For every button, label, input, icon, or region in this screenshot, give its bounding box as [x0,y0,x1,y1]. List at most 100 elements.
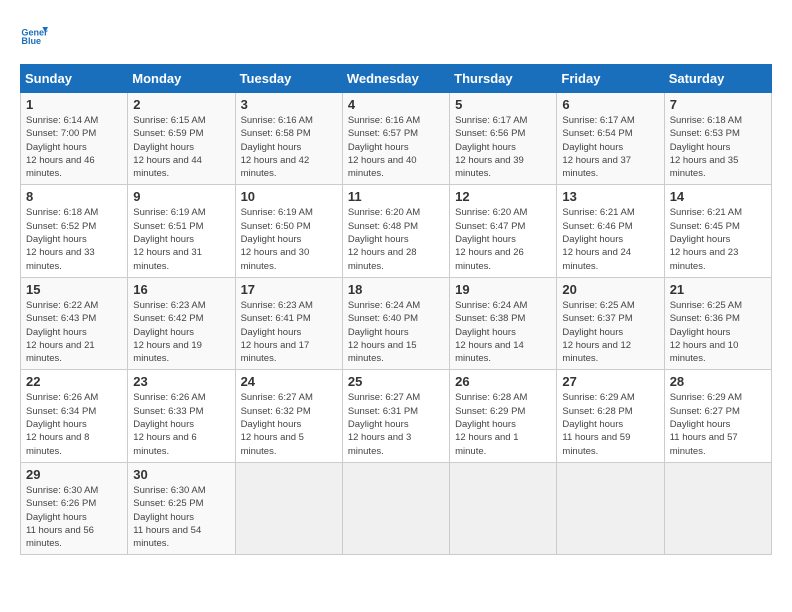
calendar-cell: 6 Sunrise: 6:17 AM Sunset: 6:54 PM Dayli… [557,93,664,185]
calendar-cell: 26 Sunrise: 6:28 AM Sunset: 6:29 PM Dayl… [450,370,557,462]
calendar-cell: 20 Sunrise: 6:25 AM Sunset: 6:37 PM Dayl… [557,277,664,369]
day-info: Sunrise: 6:24 AM Sunset: 6:40 PM Dayligh… [348,299,444,365]
day-info: Sunrise: 6:29 AM Sunset: 6:28 PM Dayligh… [562,391,658,457]
calendar-cell: 13 Sunrise: 6:21 AM Sunset: 6:46 PM Dayl… [557,185,664,277]
calendar-cell: 19 Sunrise: 6:24 AM Sunset: 6:38 PM Dayl… [450,277,557,369]
day-info: Sunrise: 6:19 AM Sunset: 6:51 PM Dayligh… [133,206,229,272]
day-number: 29 [26,467,122,482]
calendar-cell: 2 Sunrise: 6:15 AM Sunset: 6:59 PM Dayli… [128,93,235,185]
day-number: 30 [133,467,229,482]
day-info: Sunrise: 6:23 AM Sunset: 6:42 PM Dayligh… [133,299,229,365]
day-number: 23 [133,374,229,389]
calendar-cell: 4 Sunrise: 6:16 AM Sunset: 6:57 PM Dayli… [342,93,449,185]
calendar-cell: 11 Sunrise: 6:20 AM Sunset: 6:48 PM Dayl… [342,185,449,277]
day-number: 17 [241,282,337,297]
calendar-week-row: 1 Sunrise: 6:14 AM Sunset: 7:00 PM Dayli… [21,93,772,185]
day-number: 24 [241,374,337,389]
day-info: Sunrise: 6:17 AM Sunset: 6:54 PM Dayligh… [562,114,658,180]
day-info: Sunrise: 6:18 AM Sunset: 6:53 PM Dayligh… [670,114,766,180]
calendar-cell [342,462,449,554]
day-info: Sunrise: 6:15 AM Sunset: 6:59 PM Dayligh… [133,114,229,180]
day-info: Sunrise: 6:26 AM Sunset: 6:33 PM Dayligh… [133,391,229,457]
day-info: Sunrise: 6:16 AM Sunset: 6:57 PM Dayligh… [348,114,444,180]
calendar-cell: 23 Sunrise: 6:26 AM Sunset: 6:33 PM Dayl… [128,370,235,462]
calendar-week-row: 22 Sunrise: 6:26 AM Sunset: 6:34 PM Dayl… [21,370,772,462]
day-info: Sunrise: 6:21 AM Sunset: 6:45 PM Dayligh… [670,206,766,272]
calendar-table: SundayMondayTuesdayWednesdayThursdayFrid… [20,64,772,555]
day-info: Sunrise: 6:22 AM Sunset: 6:43 PM Dayligh… [26,299,122,365]
calendar-cell: 10 Sunrise: 6:19 AM Sunset: 6:50 PM Dayl… [235,185,342,277]
calendar-cell [557,462,664,554]
day-info: Sunrise: 6:16 AM Sunset: 6:58 PM Dayligh… [241,114,337,180]
calendar-cell: 29 Sunrise: 6:30 AM Sunset: 6:26 PM Dayl… [21,462,128,554]
header: General Blue [20,20,772,48]
day-number: 21 [670,282,766,297]
day-info: Sunrise: 6:29 AM Sunset: 6:27 PM Dayligh… [670,391,766,457]
calendar-cell: 15 Sunrise: 6:22 AM Sunset: 6:43 PM Dayl… [21,277,128,369]
day-number: 20 [562,282,658,297]
day-info: Sunrise: 6:28 AM Sunset: 6:29 PM Dayligh… [455,391,551,457]
day-number: 28 [670,374,766,389]
calendar-cell: 7 Sunrise: 6:18 AM Sunset: 6:53 PM Dayli… [664,93,771,185]
calendar-cell [235,462,342,554]
calendar-cell: 21 Sunrise: 6:25 AM Sunset: 6:36 PM Dayl… [664,277,771,369]
day-info: Sunrise: 6:25 AM Sunset: 6:36 PM Dayligh… [670,299,766,365]
calendar-cell: 27 Sunrise: 6:29 AM Sunset: 6:28 PM Dayl… [557,370,664,462]
calendar-cell: 3 Sunrise: 6:16 AM Sunset: 6:58 PM Dayli… [235,93,342,185]
logo-icon: General Blue [20,20,48,48]
calendar-cell: 1 Sunrise: 6:14 AM Sunset: 7:00 PM Dayli… [21,93,128,185]
col-header-saturday: Saturday [664,65,771,93]
day-number: 4 [348,97,444,112]
calendar-cell: 12 Sunrise: 6:20 AM Sunset: 6:47 PM Dayl… [450,185,557,277]
day-number: 1 [26,97,122,112]
day-info: Sunrise: 6:14 AM Sunset: 7:00 PM Dayligh… [26,114,122,180]
calendar-cell: 30 Sunrise: 6:30 AM Sunset: 6:25 PM Dayl… [128,462,235,554]
day-number: 5 [455,97,551,112]
day-number: 27 [562,374,658,389]
day-number: 3 [241,97,337,112]
col-header-thursday: Thursday [450,65,557,93]
calendar-cell: 24 Sunrise: 6:27 AM Sunset: 6:32 PM Dayl… [235,370,342,462]
day-info: Sunrise: 6:27 AM Sunset: 6:32 PM Dayligh… [241,391,337,457]
col-header-sunday: Sunday [21,65,128,93]
calendar-cell [664,462,771,554]
calendar-cell: 9 Sunrise: 6:19 AM Sunset: 6:51 PM Dayli… [128,185,235,277]
calendar-cell: 17 Sunrise: 6:23 AM Sunset: 6:41 PM Dayl… [235,277,342,369]
day-info: Sunrise: 6:18 AM Sunset: 6:52 PM Dayligh… [26,206,122,272]
day-number: 10 [241,189,337,204]
calendar-week-row: 15 Sunrise: 6:22 AM Sunset: 6:43 PM Dayl… [21,277,772,369]
day-info: Sunrise: 6:30 AM Sunset: 6:25 PM Dayligh… [133,484,229,550]
calendar-cell: 14 Sunrise: 6:21 AM Sunset: 6:45 PM Dayl… [664,185,771,277]
day-number: 16 [133,282,229,297]
day-number: 18 [348,282,444,297]
day-info: Sunrise: 6:20 AM Sunset: 6:48 PM Dayligh… [348,206,444,272]
day-number: 22 [26,374,122,389]
day-number: 6 [562,97,658,112]
day-info: Sunrise: 6:19 AM Sunset: 6:50 PM Dayligh… [241,206,337,272]
day-number: 11 [348,189,444,204]
col-header-wednesday: Wednesday [342,65,449,93]
col-header-friday: Friday [557,65,664,93]
calendar-week-row: 29 Sunrise: 6:30 AM Sunset: 6:26 PM Dayl… [21,462,772,554]
day-info: Sunrise: 6:27 AM Sunset: 6:31 PM Dayligh… [348,391,444,457]
calendar-cell: 8 Sunrise: 6:18 AM Sunset: 6:52 PM Dayli… [21,185,128,277]
day-number: 8 [26,189,122,204]
day-number: 12 [455,189,551,204]
calendar-header-row: SundayMondayTuesdayWednesdayThursdayFrid… [21,65,772,93]
day-number: 15 [26,282,122,297]
col-header-tuesday: Tuesday [235,65,342,93]
svg-text:Blue: Blue [21,36,41,46]
day-number: 9 [133,189,229,204]
calendar-cell [450,462,557,554]
calendar-cell: 25 Sunrise: 6:27 AM Sunset: 6:31 PM Dayl… [342,370,449,462]
col-header-monday: Monday [128,65,235,93]
calendar-cell: 16 Sunrise: 6:23 AM Sunset: 6:42 PM Dayl… [128,277,235,369]
day-info: Sunrise: 6:21 AM Sunset: 6:46 PM Dayligh… [562,206,658,272]
calendar-cell: 28 Sunrise: 6:29 AM Sunset: 6:27 PM Dayl… [664,370,771,462]
day-info: Sunrise: 6:17 AM Sunset: 6:56 PM Dayligh… [455,114,551,180]
day-info: Sunrise: 6:23 AM Sunset: 6:41 PM Dayligh… [241,299,337,365]
day-number: 2 [133,97,229,112]
day-number: 14 [670,189,766,204]
day-info: Sunrise: 6:20 AM Sunset: 6:47 PM Dayligh… [455,206,551,272]
day-number: 26 [455,374,551,389]
